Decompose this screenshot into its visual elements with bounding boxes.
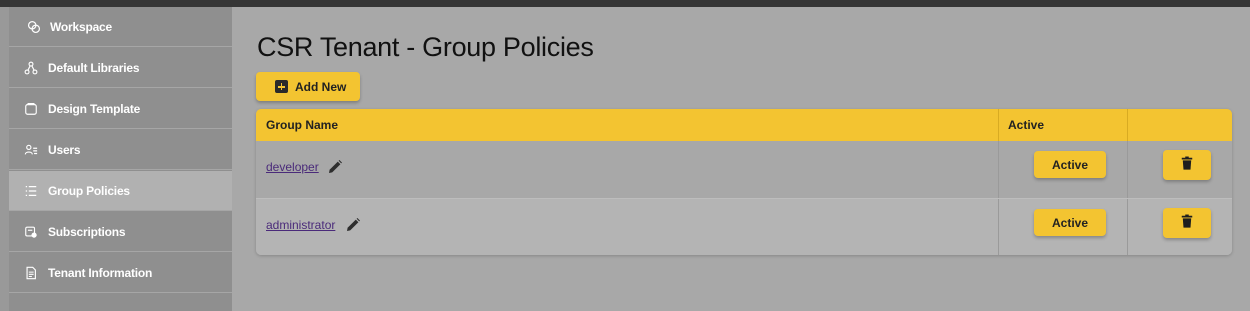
pencil-icon[interactable] xyxy=(345,217,361,233)
sidebar-item-group-policies[interactable]: Group Policies xyxy=(9,171,232,211)
sidebar-item-default-libraries[interactable]: Default Libraries xyxy=(9,48,232,88)
group-name-link[interactable]: developer xyxy=(266,160,319,174)
page-title: CSR Tenant - Group Policies xyxy=(257,32,594,62)
sidebar-item-design-template[interactable]: Design Template xyxy=(9,89,232,129)
pencil-icon[interactable] xyxy=(327,159,343,175)
sidebar-item-workspace[interactable]: Workspace xyxy=(9,7,232,47)
add-new-button[interactable]: Add New xyxy=(256,72,360,101)
column-divider xyxy=(1127,141,1128,198)
template-icon xyxy=(23,101,39,117)
users-icon xyxy=(23,142,39,158)
sidebar-item-label: Subscriptions xyxy=(48,224,126,239)
active-toggle-button[interactable]: Active xyxy=(1034,209,1106,236)
trash-icon xyxy=(1180,156,1194,175)
trash-icon xyxy=(1180,214,1194,233)
document-icon xyxy=(23,265,39,281)
sidebar-item-users[interactable]: Users xyxy=(9,130,232,170)
group-name-link[interactable]: administrator xyxy=(266,218,335,232)
active-toggle-button[interactable]: Active xyxy=(1034,151,1106,178)
column-header-active: Active xyxy=(1008,118,1045,132)
column-header-group-name: Group Name xyxy=(266,118,339,132)
column-divider xyxy=(998,199,999,255)
top-bar xyxy=(0,0,1250,7)
list-icon xyxy=(23,183,39,199)
sidebar-item-label: Default Libraries xyxy=(48,60,140,75)
sidebar-item-tenant-information[interactable]: Tenant Information xyxy=(9,253,232,293)
sidebar: Workspace Default Libraries Design Templ… xyxy=(0,7,232,311)
sidebar-item-label: Design Template xyxy=(48,101,141,116)
table-row: developer Active xyxy=(256,141,1232,198)
plus-icon xyxy=(275,80,288,93)
main-content: CSR Tenant - Group Policies Add New Grou… xyxy=(232,7,1250,311)
sidebar-item-label: Tenant Information xyxy=(48,265,153,280)
sidebar-item-label: Users xyxy=(48,142,81,157)
column-divider xyxy=(998,109,999,141)
sidebar-item-label: Group Policies xyxy=(48,183,130,198)
add-new-label: Add New xyxy=(295,79,347,94)
table-row: administrator Active xyxy=(256,198,1232,255)
delete-button[interactable] xyxy=(1163,150,1211,180)
hierarchy-icon xyxy=(23,60,39,76)
sidebar-item-subscriptions[interactable]: Subscriptions xyxy=(9,212,232,252)
column-divider xyxy=(1127,109,1128,141)
column-divider xyxy=(998,141,999,198)
table-header: Group Name Active xyxy=(256,109,1232,141)
sidebar-item-label: Workspace xyxy=(50,19,113,34)
group-policies-table: Group Name Active developer Active admin… xyxy=(256,109,1232,255)
column-divider xyxy=(1127,199,1128,255)
sidebar-edge xyxy=(0,7,9,311)
subscriptions-icon xyxy=(23,224,39,240)
delete-button[interactable] xyxy=(1163,208,1211,238)
workspace-icon xyxy=(26,19,42,35)
